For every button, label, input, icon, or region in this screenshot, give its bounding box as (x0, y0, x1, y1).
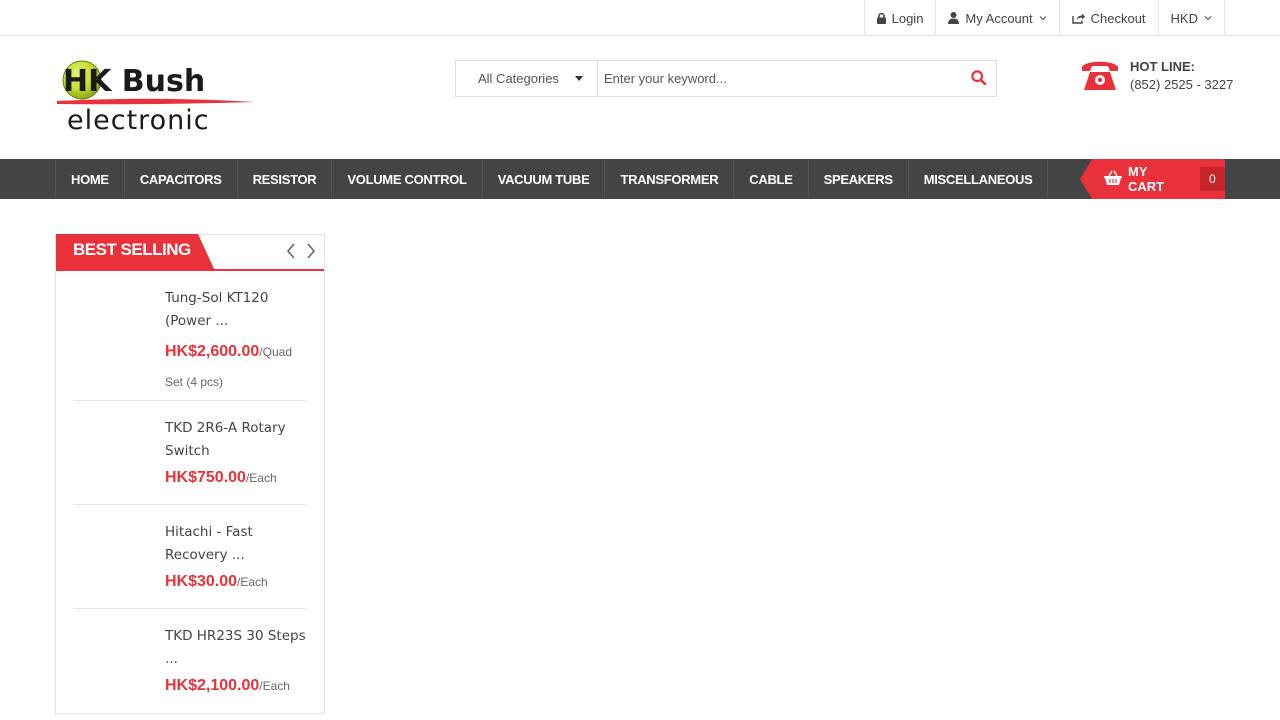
product-price: HK$2,100.00 (165, 677, 260, 694)
best-selling-panel: BEST SELLING Tung-Sol KT120 (Power ... H… (55, 234, 325, 714)
my-account-label: My Account (965, 10, 1033, 26)
product-name[interactable]: TKD HR23S 30 Steps ... (165, 625, 306, 671)
product-thumbnail[interactable] (74, 521, 165, 591)
svg-text:HK Bush: HK Bush (63, 64, 205, 99)
chevron-right-icon[interactable] (304, 242, 318, 260)
product-item: TKD 2R6-A Rotary Switch HK$750.00/Each (74, 401, 306, 505)
nav-item-speakers[interactable]: SPEAKERS (809, 159, 909, 199)
nav-list: HOME CAPACITORS RESISTOR VOLUME CONTROL … (55, 159, 1049, 199)
nav-item-miscellaneous[interactable]: MISCELLANEOUS (909, 159, 1049, 199)
share-icon (1071, 13, 1085, 24)
product-name[interactable]: Hitachi - Fast Recovery ... (165, 521, 306, 567)
basket-icon (1104, 170, 1122, 189)
product-unit: /Each (259, 679, 290, 693)
best-selling-title: BEST SELLING (73, 240, 191, 259)
nav-item-capacitors[interactable]: CAPACITORS (125, 159, 238, 199)
search-icon (970, 69, 986, 88)
chevron-down-icon (1039, 13, 1047, 23)
carousel-arrows (284, 242, 318, 260)
category-select-value: All Categories (478, 71, 559, 86)
search-bar: All Categories (455, 60, 997, 97)
product-thumbnail[interactable] (74, 625, 165, 695)
product-price: HK$750.00 (165, 469, 246, 486)
product-item: Hitachi - Fast Recovery ... HK$30.00/Eac… (74, 505, 306, 609)
nav-item-volume-control[interactable]: VOLUME CONTROL (332, 159, 483, 199)
login-link[interactable]: Login (865, 0, 937, 36)
hotline-label: HOT LINE: (1130, 59, 1195, 74)
best-selling-header: BEST SELLING (56, 234, 324, 271)
product-name[interactable]: TKD 2R6-A Rotary Switch (165, 417, 306, 463)
chevron-down-icon (1204, 13, 1212, 23)
checkout-link[interactable]: Checkout (1060, 0, 1159, 36)
site-logo[interactable]: HK Bush electronic (55, 58, 260, 136)
currency-label: HKD (1170, 10, 1198, 26)
hotline: HOT LINE: (852) 2525 - 3227 (1080, 58, 1233, 95)
product-thumbnail[interactable] (74, 287, 165, 357)
lock-icon (876, 12, 886, 24)
product-name[interactable]: Tung-Sol KT120 (Power ... (165, 287, 306, 333)
nav-item-resistor[interactable]: RESISTOR (238, 159, 333, 199)
telephone-icon (1080, 58, 1120, 95)
top-links: Login My Account Checkout HKD (863, 0, 1225, 36)
product-unit: /Each (237, 575, 268, 589)
search-button[interactable] (960, 61, 996, 96)
user-icon (948, 12, 960, 24)
nav-item-home[interactable]: HOME (56, 159, 125, 199)
currency-selector[interactable]: HKD (1159, 0, 1225, 36)
category-select[interactable]: All Categories (456, 61, 598, 96)
product-unit: /Each (245, 471, 277, 485)
top-bar: Login My Account Checkout HKD (0, 0, 1280, 36)
product-price: HK$2,600.00 (165, 343, 260, 360)
cart-count-badge: 0 (1199, 167, 1225, 191)
svg-text:electronic: electronic (67, 105, 210, 134)
my-account-link[interactable]: My Account (936, 0, 1060, 36)
login-label: Login (891, 10, 924, 26)
search-input[interactable] (598, 61, 960, 96)
nav-item-cable[interactable]: CABLE (734, 159, 809, 199)
hotline-number: (852) 2525 - 3227 (1130, 77, 1234, 92)
product-item: TKD HR23S 30 Steps ... HK$2,100.00/Each (74, 609, 306, 713)
caret-down-icon (575, 76, 583, 81)
my-cart-button[interactable]: MY CART 0 (1080, 159, 1225, 199)
product-item: Tung-Sol KT120 (Power ... HK$2,600.00/Qu… (74, 271, 306, 401)
product-thumbnail[interactable] (74, 417, 165, 487)
nav-item-transformer[interactable]: TRANSFORMER (605, 159, 735, 199)
cart-label: MY CART (1128, 164, 1165, 194)
product-list: Tung-Sol KT120 (Power ... HK$2,600.00/Qu… (56, 271, 324, 713)
product-price: HK$30.00 (165, 573, 238, 590)
nav-item-vacuum-tube[interactable]: VACUUM TUBE (483, 159, 606, 199)
checkout-label: Checkout (1090, 10, 1146, 26)
chevron-left-icon[interactable] (284, 242, 298, 260)
